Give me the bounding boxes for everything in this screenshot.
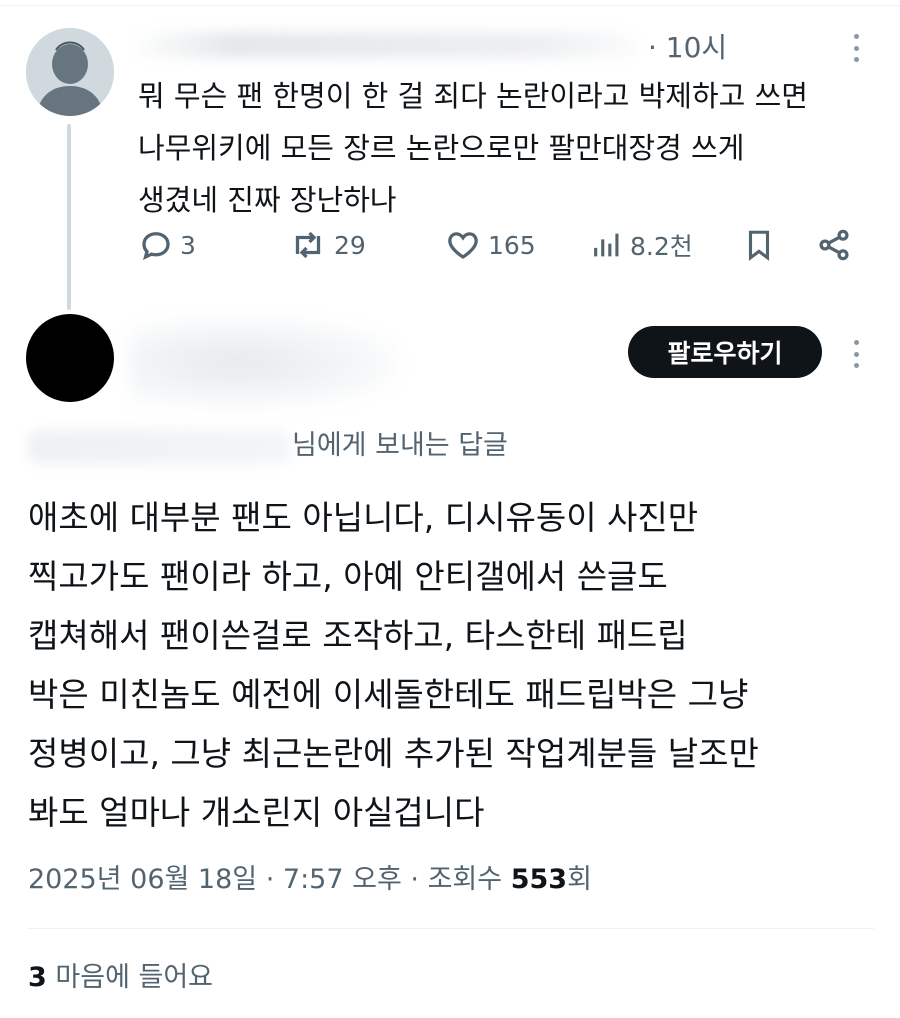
blurred-reply-handle bbox=[28, 430, 290, 464]
tweet-meta: 2025년 06월 18일 · 7:57 오후 · 조회수 553회 bbox=[28, 858, 592, 902]
blurred-username bbox=[130, 32, 640, 58]
share-icon bbox=[819, 229, 849, 261]
views-count: 553 bbox=[510, 864, 568, 895]
share-button[interactable] bbox=[816, 222, 852, 268]
tweet-date[interactable]: 2025년 06월 18일 bbox=[28, 864, 257, 895]
main-tweet-text: 애초에 대부분 팬도 아닙니다, 디시유동이 사진만 찍고가도 팬이라 하고, … bbox=[28, 498, 759, 832]
meta-separator: · bbox=[265, 864, 283, 895]
parent-tweet-text: 뭐 무슨 팬 한명이 한 걸 죄다 논란이라고 박제하고 쓰면 나무위키에 모든… bbox=[138, 79, 808, 217]
repost-button[interactable]: 29 bbox=[288, 222, 366, 268]
like-label: 마음에 들어요 bbox=[55, 962, 214, 993]
reply-button[interactable]: 3 bbox=[138, 222, 196, 268]
views-button[interactable]: 8.2천 bbox=[590, 222, 693, 268]
more-icon[interactable] bbox=[848, 334, 864, 374]
repost-count: 29 bbox=[334, 230, 366, 260]
like-button[interactable]: 165 bbox=[444, 222, 536, 268]
parent-actions: 3 29 165 8.2천 bbox=[138, 222, 868, 268]
views-count: 8.2천 bbox=[630, 232, 693, 261]
blurred-username bbox=[130, 318, 400, 408]
bookmark-button[interactable] bbox=[742, 222, 776, 268]
divider bbox=[28, 928, 874, 929]
more-icon[interactable] bbox=[848, 28, 864, 68]
reply-icon bbox=[142, 232, 170, 260]
parent-time: · 10시 bbox=[648, 31, 728, 64]
tweet-time[interactable]: 7:57 오후 bbox=[283, 864, 402, 895]
follow-button[interactable]: 팔로우하기 bbox=[628, 326, 822, 378]
like-count: 165 bbox=[488, 230, 536, 260]
avatar[interactable] bbox=[26, 314, 114, 402]
parent-tweet[interactable]: · 10시 뭐 무슨 팬 한명이 한 걸 죄다 논란이라고 박제하고 쓰면 나무… bbox=[0, 0, 900, 310]
like-icon bbox=[448, 232, 478, 259]
parent-header: · 10시 bbox=[130, 22, 830, 64]
views-icon bbox=[594, 233, 619, 257]
like-total: 3 bbox=[28, 962, 47, 993]
reply-to-text: 님에게 보내는 답글 bbox=[292, 430, 508, 461]
reply-to-line: 님에게 보내는 답글 bbox=[28, 424, 588, 468]
meta-separator: · bbox=[410, 864, 428, 895]
avatar-default-icon[interactable] bbox=[26, 28, 114, 116]
views-suffix: 회 bbox=[567, 864, 592, 895]
repost-icon bbox=[295, 231, 321, 259]
likes-summary[interactable]: 3 마음에 들어요 bbox=[28, 956, 213, 1000]
views-label: 조회수 bbox=[427, 864, 503, 895]
bookmark-icon bbox=[748, 230, 770, 261]
reply-count: 3 bbox=[180, 230, 196, 260]
thread-line bbox=[67, 124, 71, 310]
